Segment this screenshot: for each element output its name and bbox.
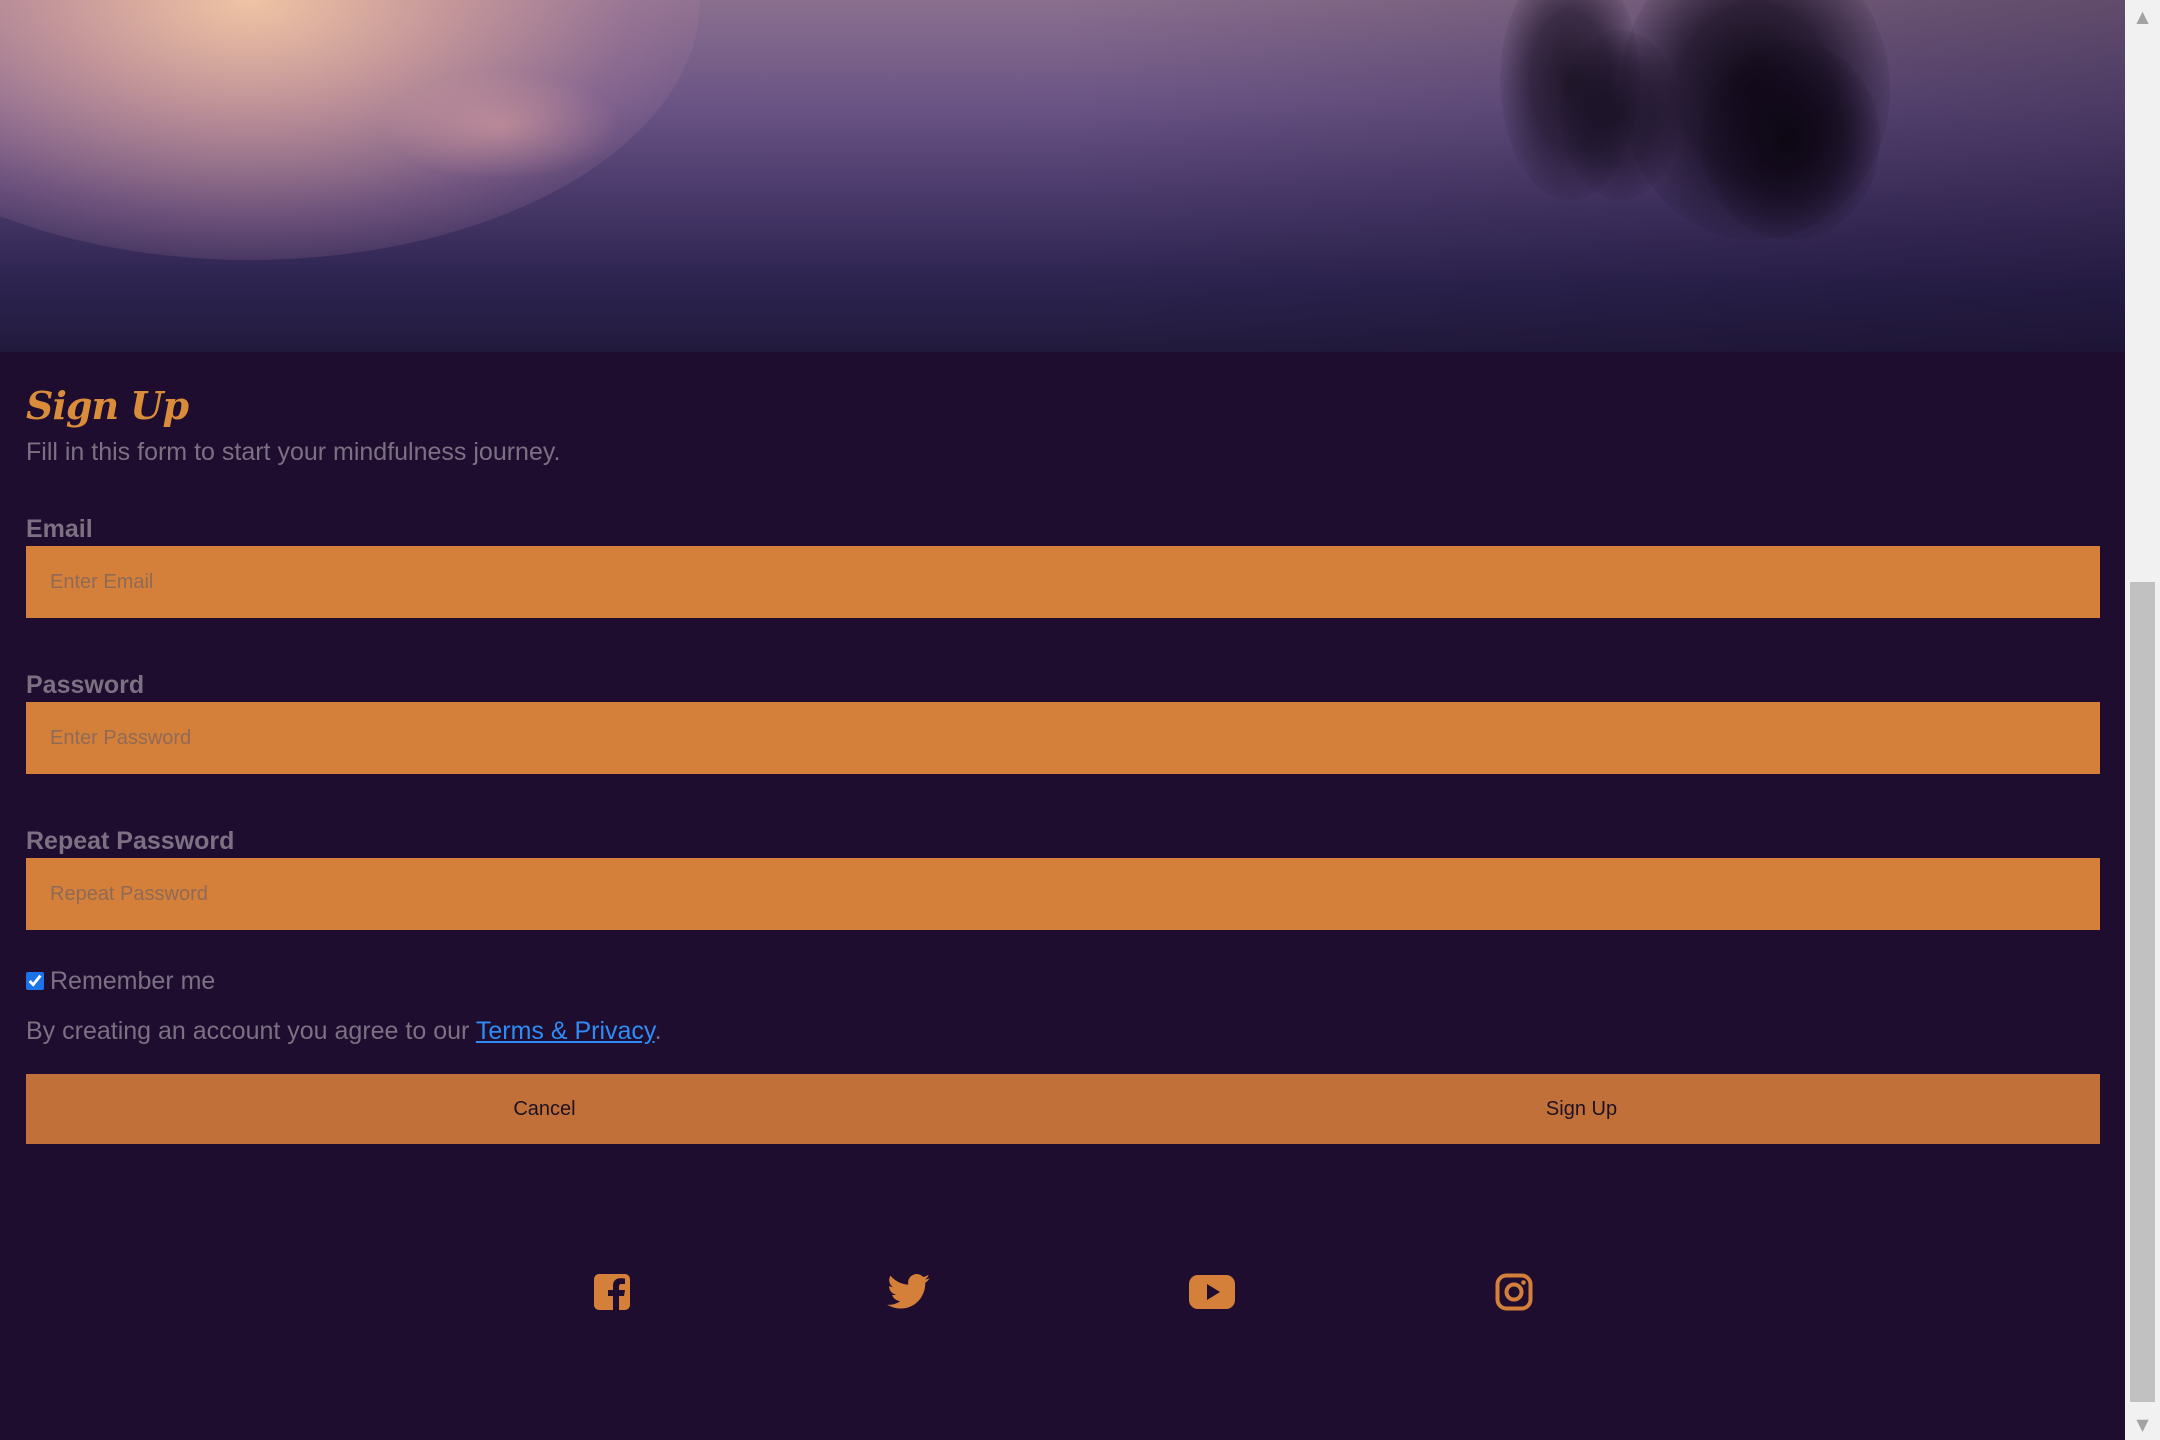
scroll-down-arrow-icon[interactable]: ▼ [2125, 1408, 2160, 1440]
signup-form: Sign Up Fill in this form to start your … [26, 380, 2100, 1144]
page: Sign Up Fill in this form to start your … [0, 0, 2160, 1440]
terms-privacy-link[interactable]: Terms & Privacy [476, 1017, 655, 1045]
repeat-password-input[interactable] [26, 858, 2100, 930]
scroll-up-arrow-icon[interactable]: ▲ [2125, 0, 2160, 32]
remember-me-row: Remember me [26, 964, 2100, 998]
password-label: Password [26, 671, 145, 699]
vertical-scrollbar[interactable]: ▲ ▼ [2125, 0, 2160, 1440]
social-links [0, 1270, 2125, 1314]
remember-me-checkbox[interactable] [26, 972, 44, 990]
email-label: Email [26, 515, 93, 543]
repeat-password-label: Repeat Password [26, 827, 235, 855]
form-subtitle: Fill in this form to start your mindfuln… [26, 438, 561, 466]
email-input[interactable] [26, 546, 2100, 618]
signup-button[interactable]: Sign Up [1063, 1074, 2100, 1144]
form-buttons: Cancel Sign Up [26, 1074, 2100, 1144]
terms-text: By creating an account you agree to our … [26, 1013, 2100, 1049]
form-title: Sign Up [26, 383, 189, 428]
instagram-icon[interactable] [1491, 1270, 1537, 1314]
youtube-icon[interactable] [1189, 1270, 1235, 1314]
password-input[interactable] [26, 702, 2100, 774]
facebook-icon[interactable] [589, 1270, 635, 1314]
remember-me-label[interactable]: Remember me [50, 967, 215, 996]
cancel-button[interactable]: Cancel [26, 1074, 1063, 1144]
terms-prefix: By creating an account you agree to our [26, 1017, 476, 1045]
scrollbar-thumb[interactable] [2130, 582, 2155, 1402]
terms-suffix: . [654, 1017, 662, 1045]
twitter-icon[interactable] [886, 1270, 932, 1314]
hero-image [0, 0, 2125, 352]
